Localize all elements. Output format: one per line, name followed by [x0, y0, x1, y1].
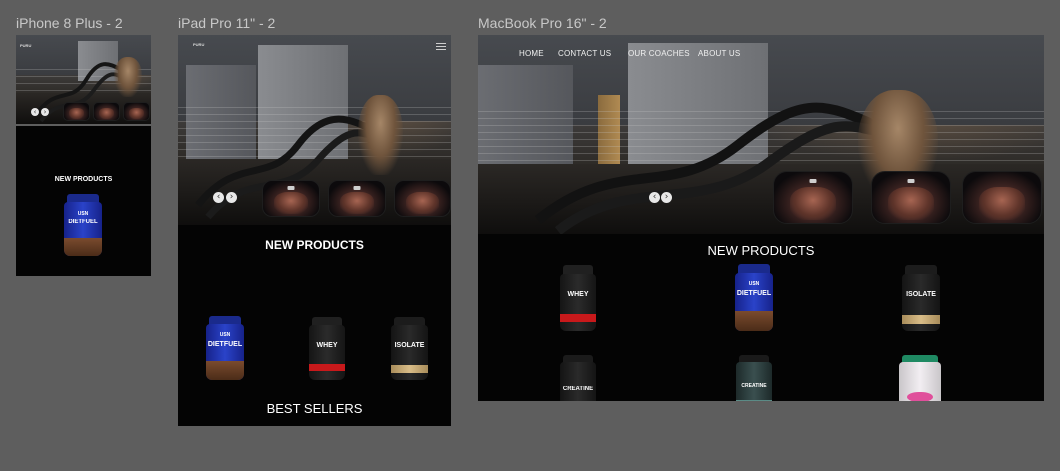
- product-supplement-jar[interactable]: [899, 355, 941, 401]
- product-usn-dietfuel[interactable]: USN DIETFUEL: [64, 194, 102, 256]
- carousel-next-button[interactable]: ›: [661, 192, 672, 203]
- carousel-prev-button[interactable]: ‹: [649, 192, 660, 203]
- brand-logo: PURU: [193, 42, 205, 47]
- carousel-thumb[interactable]: [328, 180, 386, 217]
- carousel-thumb[interactable]: [773, 171, 853, 224]
- carousel-next-button[interactable]: ›: [41, 108, 49, 116]
- nav-link-home[interactable]: HOME: [519, 49, 544, 58]
- ipad-frame: PURU ‹ › NEW PRODUCTS USN DIETFUEL WHEY …: [178, 35, 451, 426]
- iphone-frame: PURU ‹ › NEW PRODUCTS USN DIETFUEL: [16, 35, 151, 276]
- carousel-prev-button[interactable]: ‹: [31, 108, 39, 116]
- product-isolate[interactable]: ISOLATE: [902, 265, 940, 331]
- nav-link-contact[interactable]: CONTACT US: [558, 49, 611, 58]
- carousel-thumb[interactable]: [394, 180, 451, 217]
- nav-link-coaches[interactable]: OUR COACHES: [628, 49, 690, 58]
- product-creatine[interactable]: CREATINE: [560, 355, 596, 401]
- section-title-new-products: NEW PRODUCTS: [265, 238, 364, 252]
- frame-label-ipad: iPad Pro 11" - 2: [178, 15, 276, 31]
- menu-icon[interactable]: [436, 43, 446, 51]
- section-title-best-sellers: BEST SELLERS: [266, 401, 363, 416]
- carousel-prev-button[interactable]: ‹: [213, 192, 224, 203]
- macbook-frame: HOME CONTACT US OUR COACHES ABOUT US ‹ ›…: [478, 35, 1044, 401]
- product-creatine-2[interactable]: CREATINE: [736, 355, 772, 401]
- product-usn-dietfuel[interactable]: USN DIETFUEL: [735, 264, 773, 331]
- product-isolate[interactable]: ISOLATE: [391, 317, 428, 380]
- carousel-thumb[interactable]: [93, 102, 120, 121]
- product-usn-dietfuel[interactable]: USN DIETFUEL: [206, 316, 244, 380]
- carousel-thumb[interactable]: [871, 171, 951, 224]
- section-title-new-products: NEW PRODUCTS: [707, 243, 815, 258]
- carousel-thumb[interactable]: [63, 102, 90, 121]
- hero-image: [478, 35, 1044, 234]
- carousel-thumb[interactable]: [262, 180, 320, 217]
- carousel-thumb[interactable]: [962, 171, 1042, 224]
- carousel-thumb[interactable]: [123, 102, 150, 121]
- product-gold-whey[interactable]: WHEY: [560, 265, 596, 331]
- carousel-next-button[interactable]: ›: [226, 192, 237, 203]
- section-title-new-products: NEW PRODUCTS: [54, 176, 113, 183]
- product-gold-whey[interactable]: WHEY: [309, 317, 345, 380]
- nav-link-about[interactable]: ABOUT US: [698, 49, 740, 58]
- frame-label-iphone: iPhone 8 Plus - 2: [16, 15, 123, 31]
- frame-label-macbook: MacBook Pro 16" - 2: [478, 15, 607, 31]
- brand-logo: PURU: [20, 43, 32, 48]
